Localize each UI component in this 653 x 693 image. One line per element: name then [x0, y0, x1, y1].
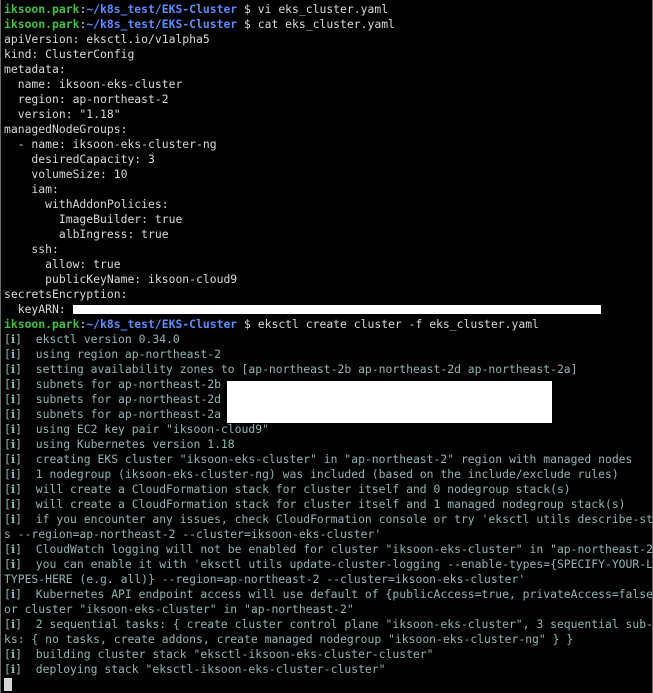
- output-line: [ℹ] deploying stack "eksctl-iksoon-eks-c…: [4, 662, 386, 676]
- terminal-window[interactable]: iksoon.park:~/k8s_test/EKS-Cluster $ vi …: [0, 0, 653, 693]
- info-tag: [ℹ]: [4, 497, 23, 511]
- yaml-line: managedNodeGroups:: [4, 122, 128, 136]
- output-line-wrap: TYPES-HERE (e.g. all)} --region=ap-north…: [4, 572, 526, 586]
- output-line: [ℹ] if you encounter any issues, check C…: [4, 512, 653, 526]
- yaml-line: ssh:: [4, 242, 59, 256]
- output-line: [ℹ] using EC2 key pair "iksoon-cloud9": [4, 422, 269, 436]
- info-tag: [ℹ]: [4, 407, 23, 421]
- output-line: [ℹ] eksctl version 0.34.0: [4, 332, 180, 346]
- yaml-line-keyarn: keyARN:: [4, 302, 652, 317]
- output-line: [ℹ] CloudWatch logging will not be enabl…: [4, 542, 653, 556]
- command-cat: cat eks_cluster.yaml: [257, 17, 395, 31]
- output-line: [ℹ] using region ap-northeast-2: [4, 347, 221, 361]
- prompt-path: ~/k8s_test/EKS-Cluster: [86, 17, 238, 31]
- info-tag: [ℹ]: [4, 422, 23, 436]
- yaml-line: publicKeyName: iksoon-cloud9: [4, 272, 238, 286]
- output-line: [ℹ] building cluster stack "eksctl-iksoo…: [4, 647, 434, 661]
- prompt-user: iksoon.park: [4, 317, 80, 331]
- command-vi: vi eks_cluster.yaml: [257, 2, 389, 16]
- yaml-line: iam:: [4, 182, 59, 196]
- output-line-wrap: ks: { no tasks, create addons, create ma…: [4, 632, 574, 646]
- output-line: [ℹ] Kubernetes API endpoint access will …: [4, 587, 653, 601]
- prompt-user: iksoon.park: [4, 17, 80, 31]
- prompt-path: ~/k8s_test/EKS-Cluster: [86, 2, 238, 16]
- yaml-line: kind: ClusterConfig: [4, 47, 135, 61]
- yaml-line: - name: iksoon-eks-cluster-ng: [4, 137, 217, 151]
- output-line: [ℹ] setting availability zones to [ap-no…: [4, 362, 578, 376]
- yaml-line: ImageBuilder: true: [4, 212, 183, 226]
- info-tag: [ℹ]: [4, 332, 23, 346]
- keyarn-label: keyARN:: [4, 302, 73, 316]
- output-line: [ℹ] creating EKS cluster "iksoon-eks-clu…: [4, 452, 633, 466]
- info-tag: [ℹ]: [4, 347, 23, 361]
- info-tag: [ℹ]: [4, 557, 23, 571]
- output-line: [ℹ] 2 sequential tasks: { create cluster…: [4, 617, 653, 631]
- output-line: [ℹ] 1 nodegroup (iksoon-eks-cluster-ng) …: [4, 467, 619, 481]
- info-tag: [ℹ]: [4, 362, 23, 376]
- prompt-line-vi: iksoon.park:~/k8s_test/EKS-Cluster $ vi …: [4, 2, 389, 16]
- info-tag: [ℹ]: [4, 617, 23, 631]
- output-line-wrap: or cluster "iksoon-eks-cluster" in "ap-n…: [4, 602, 354, 616]
- info-tag: [ℹ]: [4, 437, 23, 451]
- info-tag: [ℹ]: [4, 512, 23, 526]
- yaml-line: volumeSize: 10: [4, 167, 128, 181]
- yaml-line: name: iksoon-eks-cluster: [4, 77, 183, 91]
- info-tag: [ℹ]: [4, 647, 23, 661]
- output-line: [ℹ] will create a CloudFormation stack f…: [4, 482, 571, 496]
- redacted-subnets: [227, 381, 552, 423]
- info-tag: [ℹ]: [4, 587, 23, 601]
- redacted-keyarn: [72, 305, 601, 314]
- info-tag: [ℹ]: [4, 467, 23, 481]
- info-tag: [ℹ]: [4, 377, 23, 391]
- yaml-line: apiVersion: eksctl.io/v1alpha5: [4, 32, 210, 46]
- output-line-wrap: s --region=ap-northeast-2 --cluster=ikso…: [4, 527, 382, 541]
- info-tag: [ℹ]: [4, 392, 23, 406]
- yaml-line: region: ap-northeast-2: [4, 92, 169, 106]
- output-line: [ℹ] using Kubernetes version 1.18: [4, 437, 235, 451]
- yaml-line: metadata:: [4, 62, 66, 76]
- command-create: eksctl create cluster -f eks_cluster.yam…: [257, 317, 539, 331]
- yaml-line: allow: true: [4, 257, 121, 271]
- prompt-path: ~/k8s_test/EKS-Cluster: [86, 317, 238, 331]
- yaml-line: version: "1.18": [4, 107, 121, 121]
- output-line: [ℹ] you can enable it with 'eksctl utils…: [4, 557, 653, 571]
- info-tag: [ℹ]: [4, 482, 23, 496]
- yaml-line: albIngress: true: [4, 227, 169, 241]
- prompt-line-create: iksoon.park:~/k8s_test/EKS-Cluster $ eks…: [4, 317, 539, 331]
- prompt-user: iksoon.park: [4, 2, 80, 16]
- cursor-line: [4, 677, 652, 692]
- terminal-cursor: [4, 678, 12, 691]
- info-tag: [ℹ]: [4, 662, 23, 676]
- info-tag: [ℹ]: [4, 452, 23, 466]
- yaml-line: secretsEncryption:: [4, 287, 128, 301]
- yaml-line: desiredCapacity: 3: [4, 152, 155, 166]
- output-line: [ℹ] will create a CloudFormation stack f…: [4, 497, 626, 511]
- info-tag: [ℹ]: [4, 542, 23, 556]
- yaml-line: withAddonPolicies:: [4, 197, 169, 211]
- prompt-line-cat: iksoon.park:~/k8s_test/EKS-Cluster $ cat…: [4, 17, 395, 31]
